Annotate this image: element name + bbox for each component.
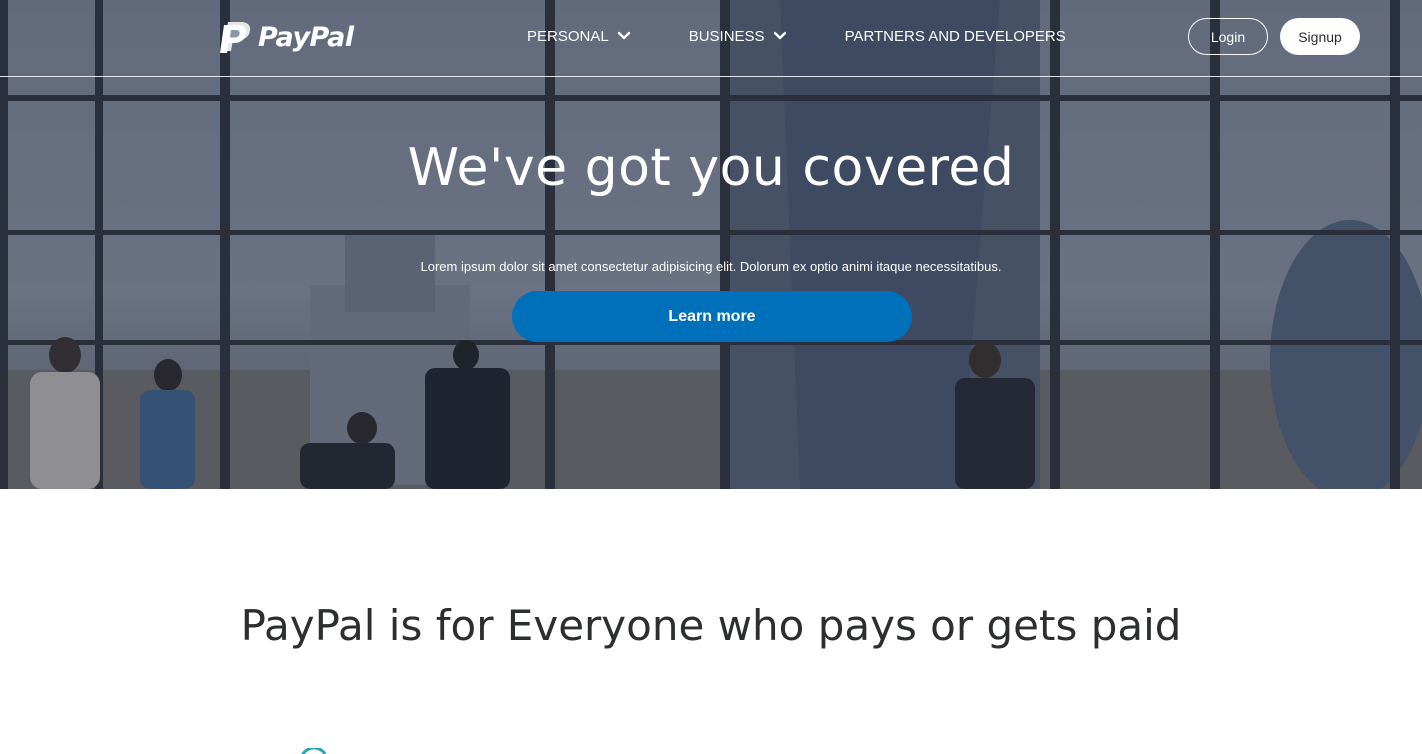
nav-item-business[interactable]: BUSINESS [689, 28, 787, 45]
hero-title: We've got you covered [407, 138, 1015, 198]
nav-item-label: PERSONAL [527, 27, 609, 45]
paypal-logo-icon [220, 22, 251, 53]
nav-links: PERSONAL BUSINESS PARTNERS AND DEVELOPER… [527, 0, 1066, 72]
nav-item-label: BUSINESS [688, 27, 765, 45]
paypal-logo[interactable]: PayPal [220, 17, 354, 57]
feature-icon [301, 748, 327, 754]
nav-item-label: PARTNERS AND DEVELOPERS [844, 27, 1066, 45]
chevron-down-icon [617, 31, 630, 40]
chevron-down-icon [773, 31, 786, 40]
learn-more-button[interactable]: Learn more [512, 291, 912, 342]
hero-subtitle: Lorem ipsum dolor sit amet consectetur a… [420, 259, 1002, 274]
paypal-logo-text: PayPal [258, 21, 354, 53]
section-title: PayPal is for Everyone who pays or gets … [240, 601, 1182, 650]
login-button[interactable]: Login [1188, 18, 1268, 55]
hero-section: PayPal PERSONAL BUSINESS PARTNERS AND DE… [0, 0, 1422, 489]
top-navigation: PayPal PERSONAL BUSINESS PARTNERS AND DE… [0, 0, 1422, 77]
signup-button[interactable]: Signup [1280, 18, 1360, 55]
nav-item-partners-and-developers[interactable]: PARTNERS AND DEVELOPERS [845, 28, 1066, 45]
nav-item-personal[interactable]: PERSONAL [527, 28, 631, 45]
